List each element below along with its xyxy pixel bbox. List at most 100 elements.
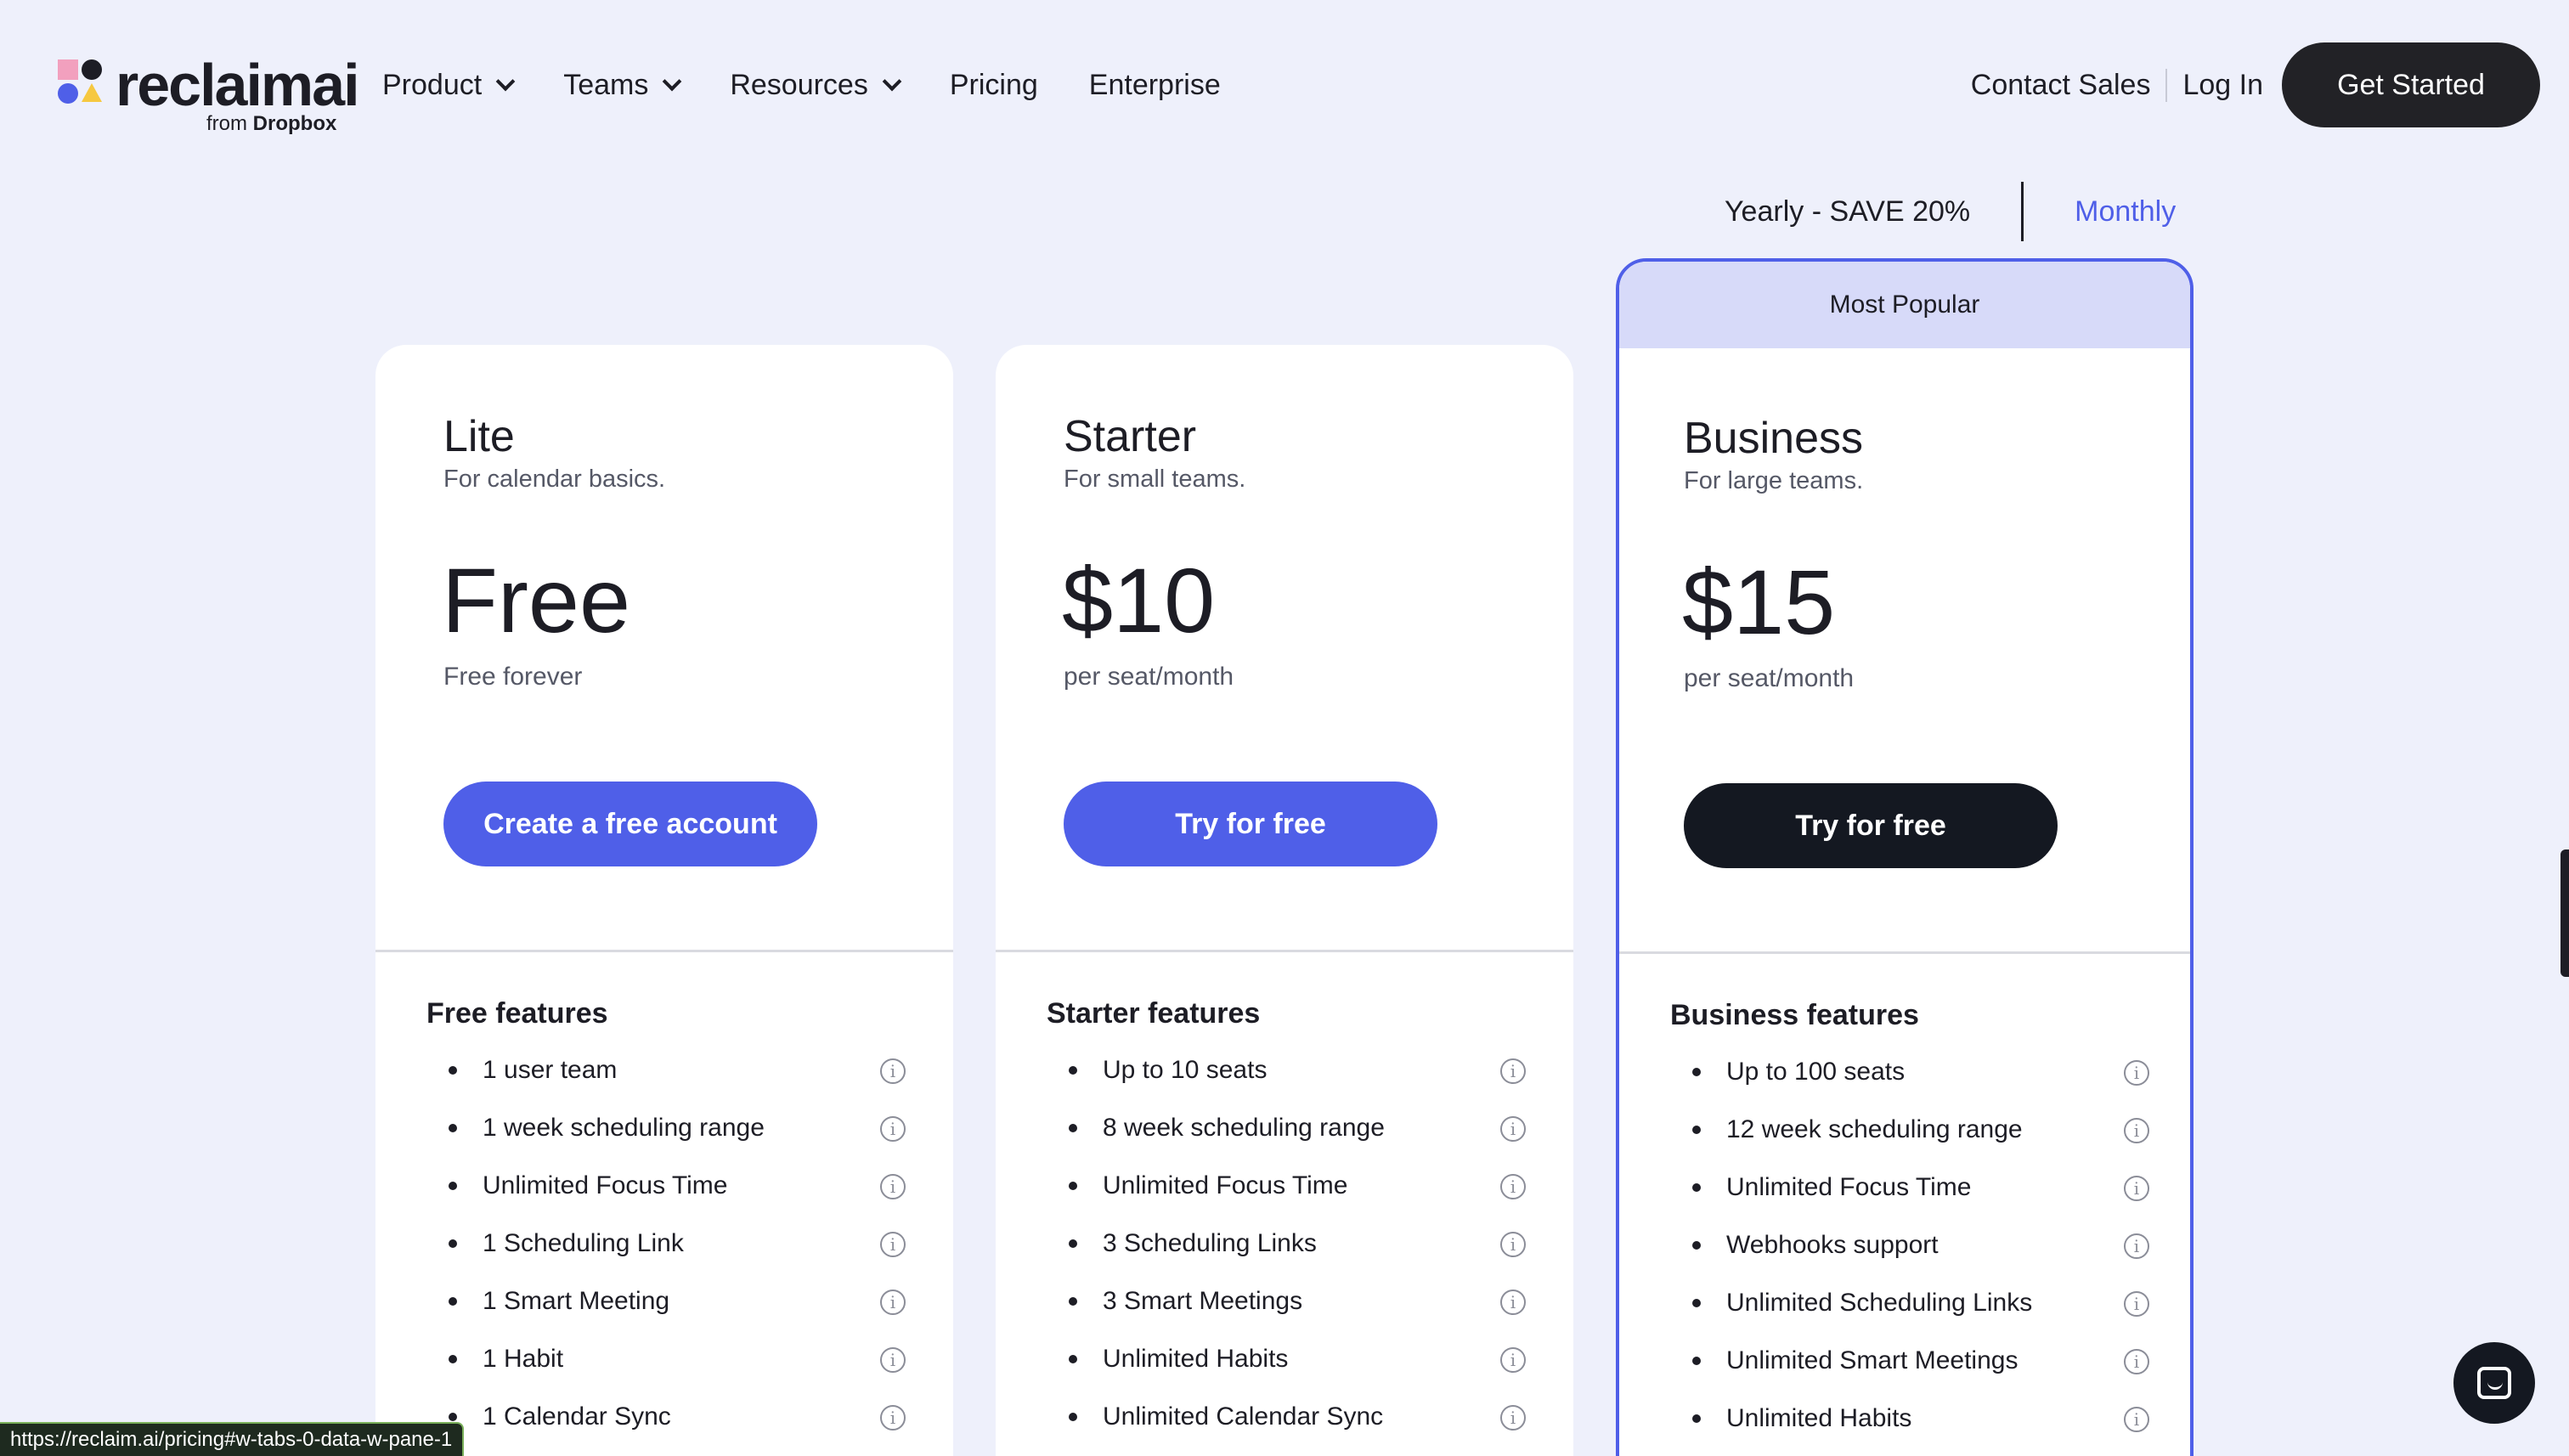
- feature-item: 1 week scheduling range i: [449, 1099, 924, 1157]
- feature-text: Unlimited Smart Meetings: [1726, 1346, 2019, 1374]
- site-header: reclaimai from Dropbox Product Teams Res…: [0, 0, 2569, 170]
- feature-item: 3 Scheduling Links i: [1069, 1215, 1544, 1273]
- nav-resources[interactable]: Resources: [730, 69, 902, 102]
- info-circle-icon[interactable]: i: [1500, 1347, 1526, 1373]
- info-circle-icon[interactable]: i: [1500, 1290, 1526, 1315]
- info-circle-icon[interactable]: i: [2124, 1407, 2149, 1432]
- chat-launcher-button[interactable]: [2453, 1342, 2535, 1424]
- logo-mark-icon: [58, 59, 105, 107]
- info-circle-icon[interactable]: i: [1500, 1058, 1526, 1084]
- feature-list: Up to 100 seats i 12 week scheduling rang…: [1692, 1043, 2168, 1448]
- plan-period: per seat/month: [1064, 663, 1234, 691]
- feature-item: 1 Smart Meeting i: [449, 1273, 924, 1330]
- info-circle-icon[interactable]: i: [2124, 1291, 2149, 1317]
- plan-name: Starter: [1064, 412, 1197, 461]
- chevron-down-icon: [495, 71, 516, 92]
- plan-name: Business: [1684, 414, 1863, 463]
- info-circle-icon[interactable]: i: [2124, 1118, 2149, 1143]
- nav-product[interactable]: Product: [382, 68, 516, 102]
- card-divider: [1619, 951, 2190, 954]
- reclaim-logo[interactable]: reclaimai from Dropbox: [58, 52, 360, 141]
- log-in-link[interactable]: Log In: [2167, 69, 2263, 102]
- feature-text: 3 Scheduling Links: [1103, 1229, 1317, 1257]
- info-circle-icon[interactable]: i: [1500, 1174, 1526, 1199]
- business-try-free-button[interactable]: Try for free: [1684, 783, 2058, 868]
- feature-item: Unlimited Focus Time i: [1692, 1159, 2168, 1216]
- plan-price: $15: [1682, 550, 1836, 653]
- feature-item: Unlimited Habits i: [1692, 1390, 2168, 1448]
- plan-period: Free forever: [443, 663, 583, 691]
- nav-enterprise[interactable]: Enterprise: [1089, 69, 1221, 102]
- nav-teams[interactable]: Teams: [563, 68, 682, 102]
- logo-sub-prefix: from: [206, 112, 247, 135]
- main-nav: Product Teams Resources Pricing Enterpri…: [382, 63, 1272, 107]
- info-circle-icon[interactable]: i: [880, 1347, 906, 1373]
- feature-item: Unlimited Habits i: [1069, 1330, 1544, 1388]
- feature-item: 1 Habit i: [449, 1330, 924, 1388]
- info-circle-icon[interactable]: i: [1500, 1232, 1526, 1257]
- feature-text: 12 week scheduling range: [1726, 1115, 2023, 1143]
- feature-text: Unlimited Focus Time: [483, 1171, 728, 1199]
- feature-text: 8 week scheduling range: [1103, 1114, 1385, 1142]
- card-divider: [996, 950, 1573, 952]
- plan-price: Free: [442, 549, 631, 652]
- plan-card-starter: Starter For small teams. $10 per seat/mo…: [996, 345, 1573, 1456]
- chevron-down-icon: [663, 71, 682, 92]
- feature-item: Webhooks support i: [1692, 1216, 2168, 1274]
- feature-item: Unlimited Scheduling Links i: [1692, 1274, 2168, 1332]
- info-circle-icon[interactable]: i: [880, 1232, 906, 1257]
- logo-sub-brand: Dropbox: [252, 112, 337, 135]
- feature-text: Unlimited Habits: [1726, 1404, 1912, 1432]
- billing-yearly-option[interactable]: Yearly - SAVE 20%: [1725, 182, 2024, 241]
- feature-item: 8 week scheduling range i: [1069, 1099, 1544, 1157]
- feature-item: 3 Smart Meetings i: [1069, 1273, 1544, 1330]
- side-tab-handle[interactable]: [2561, 849, 2569, 977]
- feature-item: 1 Scheduling Link i: [449, 1215, 924, 1273]
- most-popular-badge: Most Popular: [1619, 262, 2190, 348]
- plan-name: Lite: [443, 412, 515, 461]
- info-circle-icon[interactable]: i: [2124, 1349, 2149, 1374]
- contact-sales-link[interactable]: Contact Sales: [1971, 68, 2168, 102]
- chat-icon: [2477, 1367, 2511, 1399]
- info-circle-icon[interactable]: i: [880, 1290, 906, 1315]
- billing-monthly-option[interactable]: Monthly: [2024, 195, 2176, 229]
- info-circle-icon[interactable]: i: [2124, 1176, 2149, 1201]
- feature-item: Unlimited Focus Time i: [449, 1157, 924, 1215]
- logo-subtitle: from Dropbox: [206, 112, 336, 136]
- nav-teams-label: Teams: [563, 68, 649, 101]
- feature-item: Up to 100 seats i: [1692, 1043, 2168, 1101]
- info-circle-icon[interactable]: i: [880, 1058, 906, 1084]
- feature-text: 3 Smart Meetings: [1103, 1287, 1303, 1315]
- feature-text: 1 Calendar Sync: [483, 1402, 671, 1431]
- feature-text: 1 week scheduling range: [483, 1114, 765, 1142]
- feature-text: Up to 10 seats: [1103, 1056, 1268, 1084]
- feature-item: Unlimited Smart Meetings i: [1692, 1332, 2168, 1390]
- info-circle-icon[interactable]: i: [1500, 1405, 1526, 1431]
- info-circle-icon[interactable]: i: [880, 1116, 906, 1142]
- feature-text: Unlimited Focus Time: [1103, 1171, 1348, 1199]
- info-circle-icon[interactable]: i: [1500, 1116, 1526, 1142]
- nav-enterprise-label: Enterprise: [1088, 68, 1221, 101]
- nav-product-label: Product: [382, 68, 483, 101]
- info-circle-icon[interactable]: i: [880, 1174, 906, 1199]
- logo-wordmark: reclaimai: [116, 52, 360, 118]
- feature-text: Webhooks support: [1726, 1231, 1939, 1259]
- browser-status-url: https://reclaim.ai/pricing#w-tabs-0-data…: [0, 1422, 465, 1456]
- feature-text: Up to 100 seats: [1726, 1058, 1906, 1086]
- feature-text: Unlimited Habits: [1103, 1345, 1289, 1373]
- info-circle-icon[interactable]: i: [2124, 1233, 2149, 1259]
- nav-pricing[interactable]: Pricing: [950, 69, 1038, 102]
- feature-item: Up to 10 seats i: [1069, 1041, 1544, 1099]
- create-free-account-button[interactable]: Create a free account: [443, 782, 817, 866]
- plan-description: For large teams.: [1684, 467, 1864, 494]
- get-started-button[interactable]: Get Started: [2282, 42, 2540, 127]
- feature-text: 1 user team: [483, 1056, 618, 1084]
- plan-period: per seat/month: [1684, 664, 1855, 692]
- chevron-down-icon: [882, 71, 902, 92]
- info-circle-icon[interactable]: i: [2124, 1060, 2149, 1086]
- feature-text: Unlimited Focus Time: [1726, 1173, 1972, 1201]
- feature-text: 1 Habit: [483, 1345, 564, 1373]
- feature-item: 1 user team i: [449, 1041, 924, 1099]
- starter-try-free-button[interactable]: Try for free: [1064, 782, 1437, 866]
- info-circle-icon[interactable]: i: [880, 1405, 906, 1431]
